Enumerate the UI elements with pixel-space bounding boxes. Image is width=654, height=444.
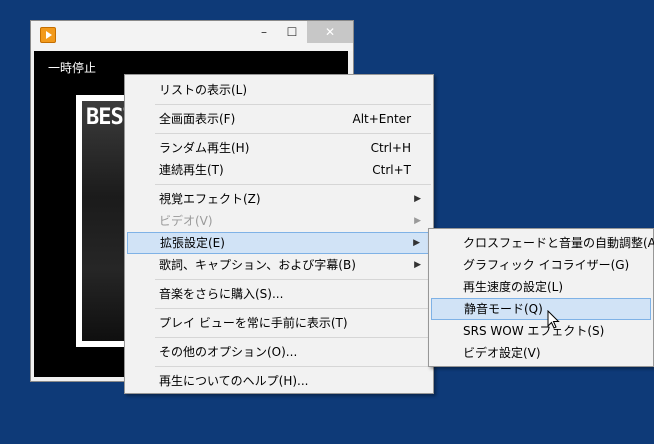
shortcut-label: Ctrl+T — [372, 163, 411, 177]
menu-item-shuffle[interactable]: ランダム再生(H) Ctrl+H — [127, 137, 431, 159]
menu-item-label: 音楽をさらに購入(S)... — [159, 287, 284, 301]
menu-item-label: 拡張設定(E) — [160, 236, 225, 250]
menu-item-visual-effects[interactable]: 視覚エフェクト(Z) ▶ — [127, 188, 431, 210]
menu-item-fullscreen[interactable]: 全画面表示(F) Alt+Enter — [127, 108, 431, 130]
menu-separator — [155, 366, 431, 367]
menu-item-label: その他のオプション(O)... — [159, 345, 298, 359]
submenu-item-video-settings[interactable]: ビデオ設定(V) — [431, 342, 651, 364]
menu-item-label: 視覚エフェクト(Z) — [159, 192, 261, 206]
menu-item-buy-music[interactable]: 音楽をさらに購入(S)... — [127, 283, 431, 305]
menu-item-label: 再生についてのヘルプ(H)... — [159, 374, 309, 388]
menu-separator — [155, 279, 431, 280]
menu-item-playback-help[interactable]: 再生についてのヘルプ(H)... — [127, 370, 431, 392]
mouse-cursor-icon — [547, 310, 560, 329]
playback-status: 一時停止 — [48, 61, 97, 75]
menu-item-label: グラフィック イコライザー(G) — [463, 258, 630, 272]
submenu-item-crossfade[interactable]: クロスフェードと音量の自動調整(A) — [431, 232, 654, 254]
menu-item-always-on-top[interactable]: プレイ ビューを常に手前に表示(T) — [127, 312, 431, 334]
menu-item-label: リストの表示(L) — [159, 83, 248, 97]
menu-item-repeat[interactable]: 連続再生(T) Ctrl+T — [127, 159, 431, 181]
menu-item-label: 静音モード(Q) — [464, 302, 543, 316]
menu-item-label: 全画面表示(F) — [159, 112, 236, 126]
minimize-button[interactable]: – — [251, 21, 277, 43]
submenu-item-playback-speed[interactable]: 再生速度の設定(L) — [431, 276, 651, 298]
menu-item-label: 連続再生(T) — [159, 163, 224, 177]
menu-item-lyrics-captions[interactable]: 歌詞、キャプション、および字幕(B) ▶ — [127, 254, 431, 276]
submenu-arrow-icon: ▶ — [413, 238, 420, 248]
close-button[interactable]: ✕ — [307, 21, 353, 43]
menu-separator — [155, 104, 431, 105]
menu-item-label: プレイ ビューを常に手前に表示(T) — [159, 316, 348, 330]
context-menu[interactable]: リストの表示(L) 全画面表示(F) Alt+Enter ランダム再生(H) C… — [124, 74, 434, 394]
submenu-arrow-icon: ▶ — [414, 260, 421, 270]
menu-item-show-list[interactable]: リストの表示(L) — [127, 79, 431, 101]
menu-item-enhancements[interactable]: 拡張設定(E) ▶ — [127, 232, 431, 254]
submenu-arrow-icon: ▶ — [414, 216, 421, 226]
submenu-item-quiet-mode[interactable]: 静音モード(Q) — [431, 298, 651, 320]
submenu-item-srs-wow[interactable]: SRS WOW エフェクト(S) — [431, 320, 651, 342]
menu-item-label: 歌詞、キャプション、および字幕(B) — [159, 258, 356, 272]
media-player-app-icon — [40, 27, 56, 43]
menu-item-label: ランダム再生(H) — [159, 141, 250, 155]
submenu-item-equalizer[interactable]: グラフィック イコライザー(G) — [431, 254, 651, 276]
maximize-button[interactable]: ☐ — [279, 21, 305, 43]
menu-item-label: SRS WOW エフェクト(S) — [463, 324, 605, 338]
enhancements-submenu[interactable]: クロスフェードと音量の自動調整(A) グラフィック イコライザー(G) 再生速度… — [428, 228, 654, 367]
menu-item-label: 再生速度の設定(L) — [463, 280, 564, 294]
shortcut-label: Ctrl+H — [370, 141, 411, 155]
menu-separator — [155, 337, 431, 338]
menu-item-video: ビデオ(V) ▶ — [127, 210, 431, 232]
menu-item-more-options[interactable]: その他のオプション(O)... — [127, 341, 431, 363]
menu-item-label: ビデオ設定(V) — [463, 346, 541, 360]
shortcut-label: Alt+Enter — [352, 112, 411, 126]
menu-separator — [155, 184, 431, 185]
menu-separator — [155, 133, 431, 134]
menu-item-label: クロスフェードと音量の自動調整(A) — [463, 236, 654, 250]
menu-separator — [155, 308, 431, 309]
submenu-arrow-icon: ▶ — [414, 194, 421, 204]
title-bar[interactable]: – ☐ ✕ — [31, 21, 353, 51]
menu-item-label: ビデオ(V) — [159, 214, 213, 228]
